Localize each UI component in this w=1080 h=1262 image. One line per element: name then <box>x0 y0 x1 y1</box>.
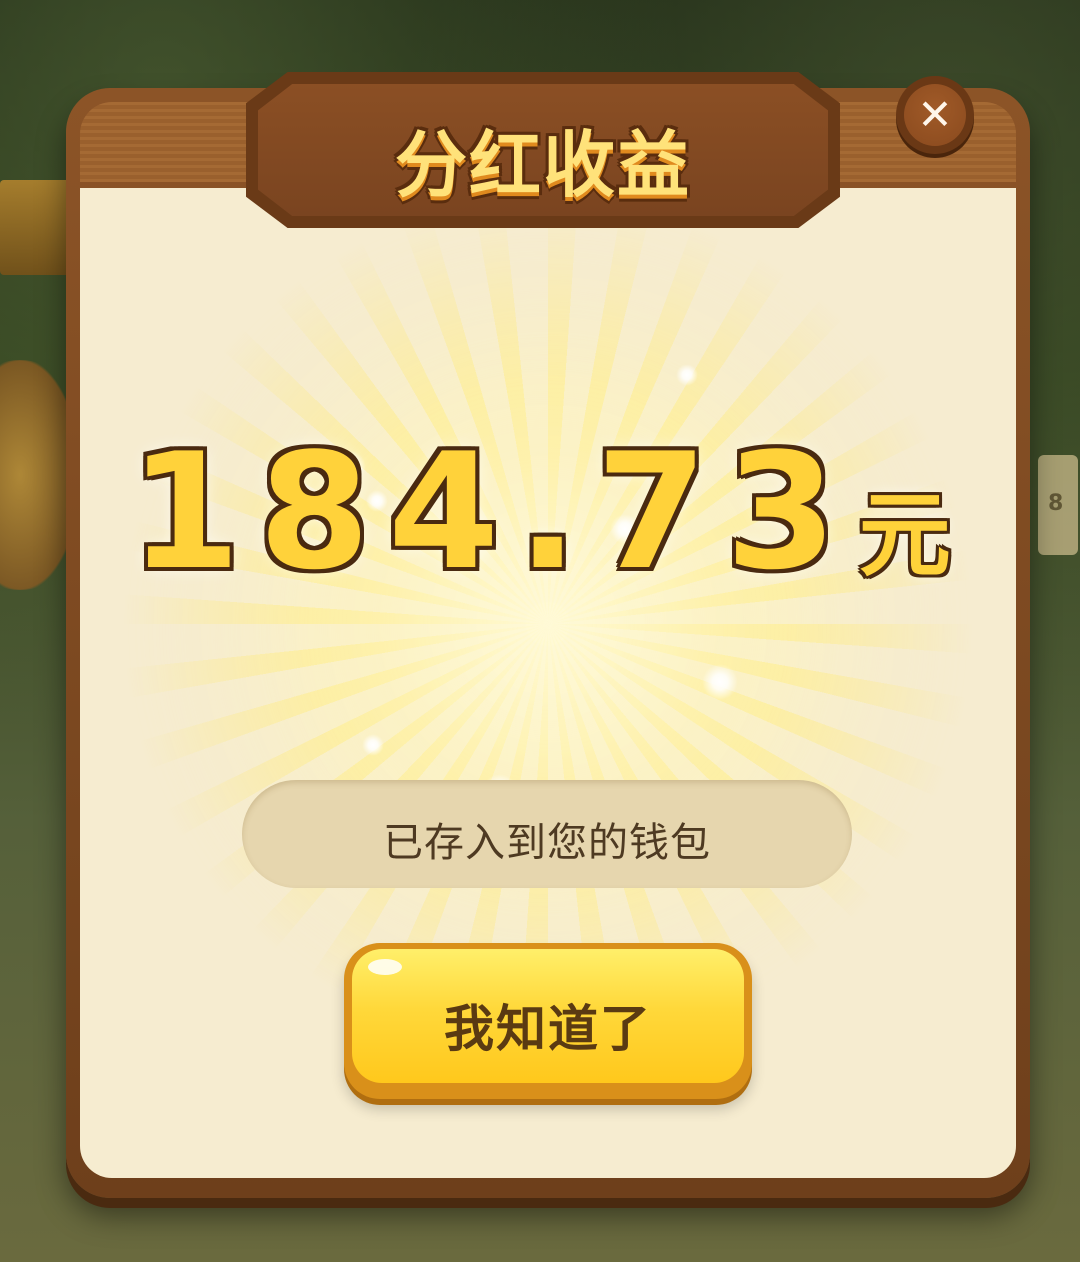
confirm-button[interactable]: 我知道了 <box>344 943 752 1099</box>
background-treasure-shelf <box>0 180 70 275</box>
status-pill: 已存入到您的钱包 <box>242 780 852 888</box>
button-gloss <box>368 959 402 975</box>
dividend-amount: 184.73元 <box>0 432 1080 594</box>
status-message: 已存入到您的钱包 <box>383 820 711 866</box>
amount-unit: 元 <box>858 482 951 589</box>
sparkle <box>702 664 738 700</box>
title-plaque: 分红收益 <box>246 72 840 228</box>
confirm-button-label: 我知道了 <box>444 1000 652 1058</box>
confirm-button-face: 我知道了 <box>352 949 744 1083</box>
sparkle <box>362 734 384 756</box>
sparkle <box>676 364 698 386</box>
dialog-title: 分红收益 <box>394 123 691 207</box>
close-icon: ✕ <box>917 90 953 139</box>
amount-value: 184.73 <box>129 418 855 605</box>
close-button-inner: ✕ <box>904 84 966 146</box>
close-button[interactable]: ✕ <box>896 76 974 154</box>
